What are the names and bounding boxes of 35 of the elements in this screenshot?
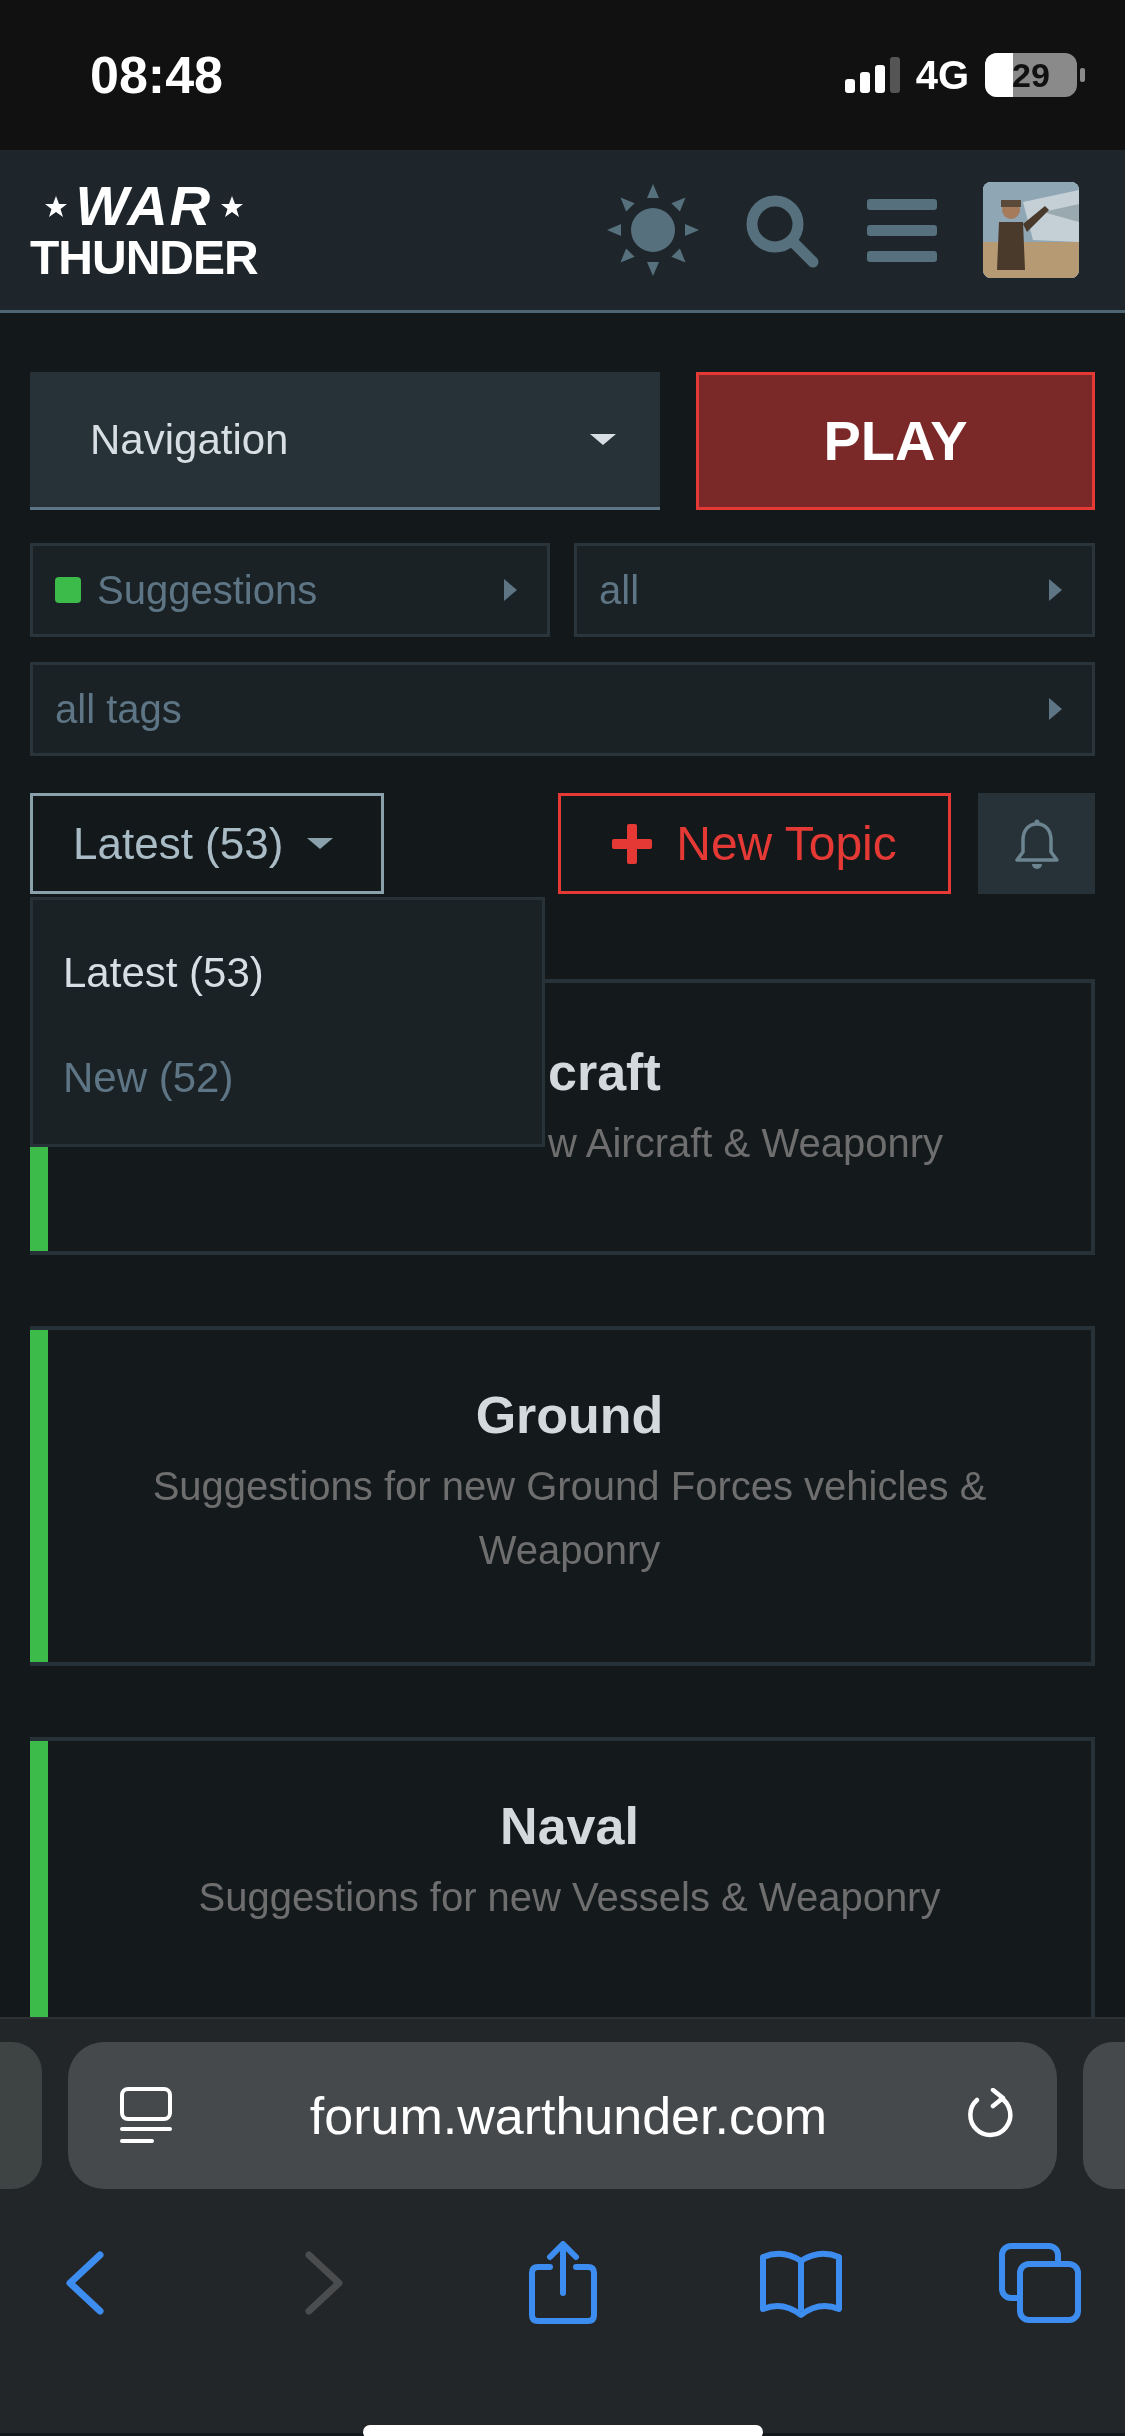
play-button[interactable]: PLAY [696,372,1095,510]
caret-icon [590,434,616,445]
category-title: craft [548,1042,661,1103]
category-description: Suggestions for new Vessels & Weaponry [198,1874,941,1921]
battery-level: 29 [1012,58,1050,92]
plus-icon [612,823,653,864]
share-icon [527,2241,598,2325]
category-title: Ground [475,1385,664,1446]
menu-icon[interactable] [867,198,937,262]
new-topic-button[interactable]: New Topic [558,793,951,894]
logo-text[interactable]: THUNDER [30,234,258,282]
signal-icon [844,57,900,93]
battery-icon [985,53,1085,97]
caret-icon [1049,579,1062,601]
navigation-dropdown[interactable]: Navigation [30,372,660,510]
address-bar[interactable]: forum.warthunder.com [67,2042,1058,2189]
caret-icon [1049,698,1062,720]
bell-icon [1012,817,1061,870]
reader-icon[interactable] [117,2086,174,2145]
tabs-icon [999,2243,1081,2323]
category-description: Suggestions for new Ground Forces vehicles & Weaponry [151,1463,988,1574]
notification-button[interactable] [978,793,1095,894]
category-card[interactable]: Naval Suggestions for new Vessels & Weaponry [30,1737,1095,2017]
logo-text[interactable]: WAR [75,178,213,234]
category-title: Naval [500,1796,639,1857]
sort-dropdown[interactable]: Latest (53) [30,793,384,894]
url-text[interactable]: forum.warthunder.com [173,2076,964,2155]
category-description: w Aircraft & Weaponry [548,1120,943,1167]
star-icon [43,194,68,218]
caret-icon [504,579,517,601]
network-type: 4G [915,52,969,99]
star-icon [220,194,245,218]
caret-icon [307,838,334,849]
clock: 08:48 [90,45,223,106]
category-card[interactable]: Ground Suggestions for new Ground Forces vehicles & Weaponry [30,1326,1095,1666]
